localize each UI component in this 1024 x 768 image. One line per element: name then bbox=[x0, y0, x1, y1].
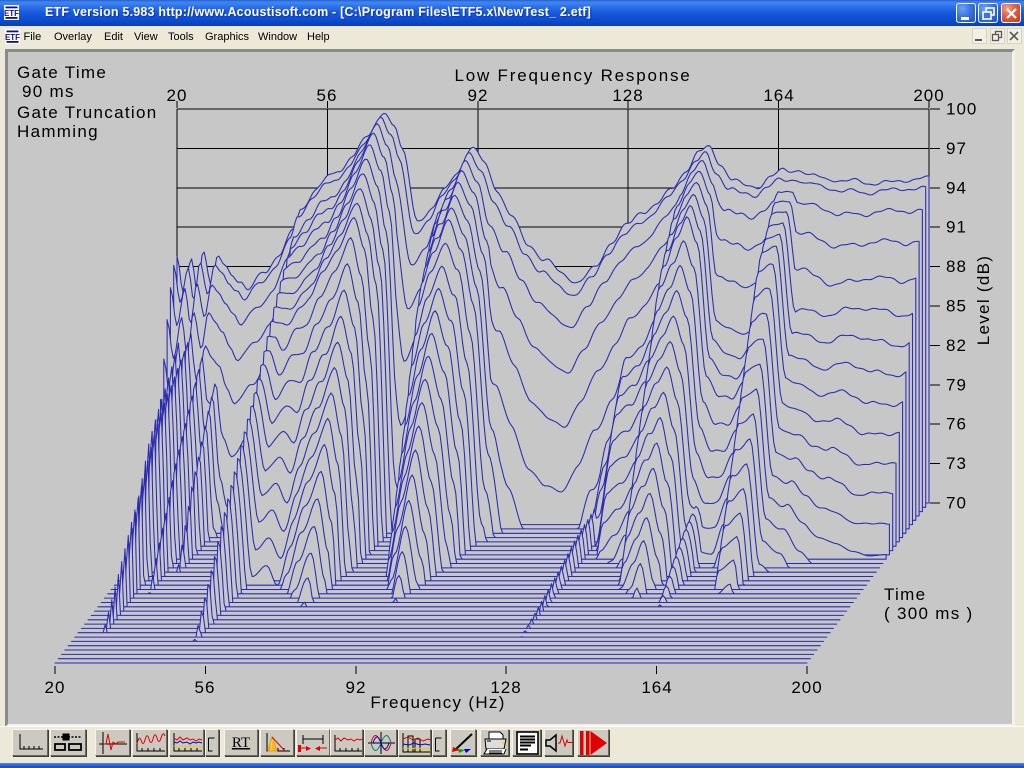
svg-text:Low Frequency Response: Low Frequency Response bbox=[454, 66, 691, 85]
svg-text:( 300 ms ): ( 300 ms ) bbox=[884, 604, 974, 623]
svg-text:200: 200 bbox=[791, 678, 822, 697]
svg-text:RT: RT bbox=[232, 735, 250, 751]
svg-text:Level (dB): Level (dB) bbox=[974, 255, 993, 345]
svg-text:76: 76 bbox=[946, 415, 967, 434]
svg-text:73: 73 bbox=[946, 454, 967, 473]
svg-text:88: 88 bbox=[946, 257, 967, 276]
svg-text:164: 164 bbox=[641, 678, 672, 697]
svg-text:ETF: ETF bbox=[4, 9, 19, 18]
svg-text:94: 94 bbox=[946, 178, 967, 197]
svg-text:85: 85 bbox=[946, 297, 967, 316]
svg-text:56: 56 bbox=[195, 678, 216, 697]
svg-text:ETF: ETF bbox=[5, 33, 20, 42]
svg-text:128: 128 bbox=[612, 86, 643, 105]
svg-text:92: 92 bbox=[468, 86, 489, 105]
svg-text:70: 70 bbox=[946, 494, 967, 513]
svg-text:20: 20 bbox=[167, 86, 188, 105]
svg-text:Gate Time: Gate Time bbox=[17, 63, 107, 82]
svg-text:20: 20 bbox=[45, 678, 66, 697]
svg-text:91: 91 bbox=[946, 218, 967, 237]
svg-text:Gate Truncation: Gate Truncation bbox=[17, 103, 157, 122]
svg-text:56: 56 bbox=[317, 86, 338, 105]
svg-text:79: 79 bbox=[946, 375, 967, 394]
svg-text:90 ms: 90 ms bbox=[22, 82, 75, 101]
svg-text:Hamming: Hamming bbox=[17, 122, 99, 141]
svg-text:100: 100 bbox=[946, 100, 977, 119]
svg-text:92: 92 bbox=[346, 678, 367, 697]
svg-text:Frequency (Hz): Frequency (Hz) bbox=[370, 693, 505, 712]
svg-text:82: 82 bbox=[946, 336, 967, 355]
svg-text:164: 164 bbox=[763, 86, 794, 105]
svg-text:Time: Time bbox=[884, 585, 926, 604]
svg-text:97: 97 bbox=[946, 139, 967, 158]
svg-text:200: 200 bbox=[913, 86, 944, 105]
